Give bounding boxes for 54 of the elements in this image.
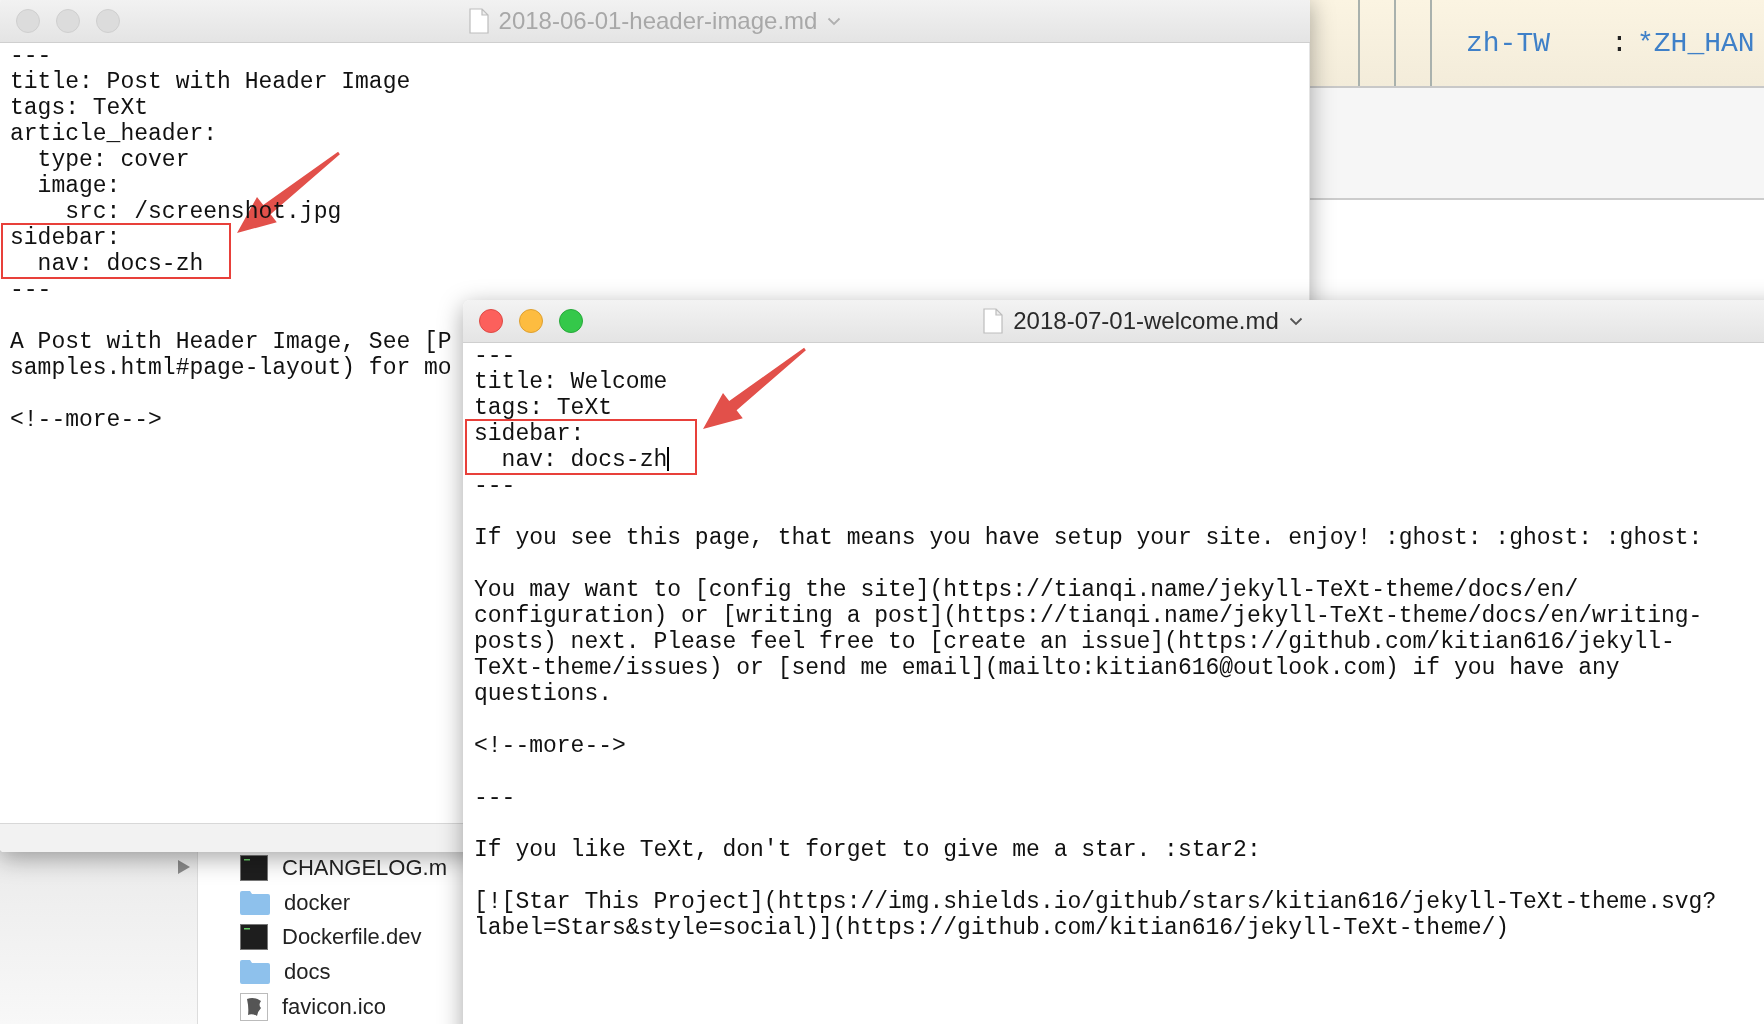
file-name[interactable]: docker: [284, 889, 351, 916]
code-line: If you see this page, that means you have setup your site. enjoy! :ghost: :ghost: :ghost:: [474, 525, 1703, 551]
folder-icon: [240, 890, 270, 915]
disclosure-triangle-icon[interactable]: [178, 860, 190, 874]
code-line: [![Star This Project](https://img.shields.io/github/stars/kitian616/jekyll-TeXt-theme.svg?: [474, 889, 1717, 915]
code-line: posts) next. Please feel free to [create an issue](https://github.com/kitian616/jekyll-: [474, 629, 1675, 655]
file-name[interactable]: docs: [284, 959, 331, 986]
document-icon: [983, 308, 1004, 334]
code-line: tags: TeXt: [10, 95, 149, 121]
code-line: A Post with Header Image, See [P: [10, 329, 452, 355]
code-line: You may want to [config the site](https://tianqi.name/jekyll-TeXt-theme/docs/en/: [474, 577, 1579, 603]
code-line: title: Welcome: [474, 369, 668, 395]
zoom-button[interactable]: [96, 9, 120, 33]
code-line: tags: TeXt: [474, 395, 613, 421]
code-value: *ZH_HAN: [1637, 27, 1755, 59]
text-cursor: [667, 447, 670, 471]
code-key: zh-TW: [1466, 27, 1611, 59]
minimize-button[interactable]: [519, 309, 543, 333]
window-title: 2018-06-01-header-image.md: [498, 7, 818, 35]
code-line: title: Post with Header Image: [10, 69, 411, 95]
close-button[interactable]: [479, 309, 503, 333]
code-line: sidebar:: [474, 421, 585, 447]
code-colon: :: [1611, 27, 1629, 59]
file-name[interactable]: Dockerfile.dev: [282, 924, 422, 951]
code-line: ---: [474, 785, 516, 811]
code-line: <!--more-->: [474, 733, 626, 759]
minimize-button[interactable]: [56, 9, 80, 33]
document-icon: [240, 855, 268, 882]
chevron-icon[interactable]: [1288, 316, 1303, 326]
code-line: ---: [474, 473, 516, 499]
code-line: ---: [474, 343, 516, 369]
file-name[interactable]: favicon.ico: [282, 993, 386, 1020]
code-line: TeXt-theme/issues) or [send me email](mailto:kitian616@outlook.com) if you have any: [474, 655, 1620, 681]
code-line: If you like TeXt, don't forget to give me a star. :star2:: [474, 837, 1261, 863]
document-icon: [240, 924, 268, 951]
code-line: image:: [36, 173, 121, 199]
code-line: ---: [10, 277, 52, 303]
window-title: 2018-07-01-welcome.md: [1013, 307, 1279, 335]
code-line: <!--more-->: [10, 407, 162, 433]
code-line: article_header:: [10, 121, 218, 147]
code-line: type: cover: [36, 147, 190, 173]
document-icon: [468, 8, 489, 34]
zoom-button[interactable]: [559, 309, 583, 333]
file-name[interactable]: CHANGELOG.m: [282, 855, 448, 882]
code-line: samples.html#page-layout) for mo: [10, 355, 452, 381]
code-line: sidebar:: [10, 225, 121, 251]
code-line: nav: docs-zh: [500, 447, 670, 473]
folder-icon: [240, 960, 270, 985]
image-file-icon: [240, 992, 268, 1021]
code-line: configuration) or [writing a post](https://tianqi.name/jekyll-TeXt-theme/docs/en/writing-: [474, 603, 1703, 629]
code-line: nav: docs-zh: [36, 251, 204, 277]
code-line: questions.: [474, 681, 613, 707]
code-line: label=Stars&style=social)](https://github.com/kitian616/jekyll-TeXt-theme/): [474, 915, 1510, 941]
code-line: ---: [10, 43, 52, 69]
